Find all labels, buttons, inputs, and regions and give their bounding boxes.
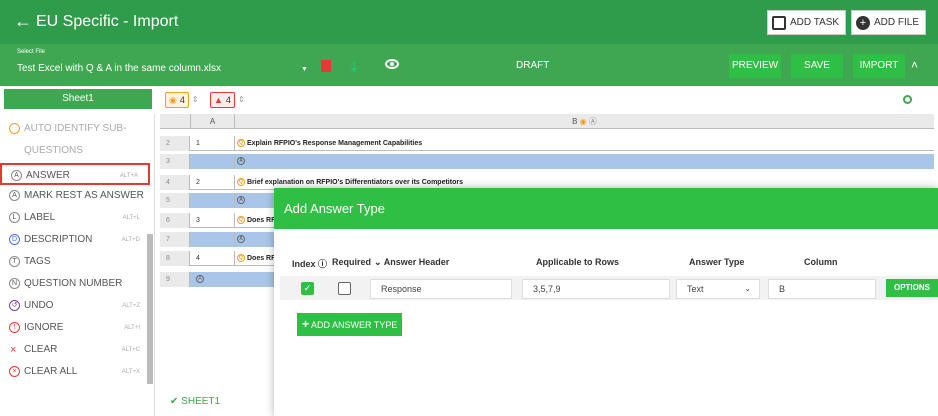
import-button[interactable]: IMPORT (853, 54, 905, 78)
answer-icon: A (237, 235, 245, 244)
answer-icon: A (9, 190, 20, 201)
download-icon[interactable]: ⤓ (351, 59, 357, 73)
question-icon: Q (237, 216, 245, 225)
sidebar-item-undo[interactable]: ↺ UNDO ALT+Z (0, 295, 150, 317)
number-icon: N (9, 278, 20, 289)
question-icon: ◉ (579, 117, 587, 126)
question-icon: Q (237, 139, 245, 148)
back-arrow-icon[interactable]: ← (14, 11, 32, 31)
index-header: Index ⓘ (292, 259, 328, 269)
sidebar-item-ignore[interactable]: ! IGNORE ALT+I (0, 317, 150, 339)
description-icon: D (9, 234, 20, 245)
spinner-icon[interactable]: ⇕ (192, 93, 199, 107)
add-answer-type-button[interactable]: + ADD ANSWER TYPE (297, 313, 403, 336)
add-answer-type-modal: Add Answer Type Index ⓘ Required ⌄ Answe… (274, 188, 938, 416)
answer-icon: Ⓐ (588, 117, 597, 126)
sidebar-item-auto-identify[interactable]: AUTO IDENTIFY SUB- (0, 118, 150, 140)
app-header: ← EU Specific - Import ADD TASK + ADD FI… (0, 0, 938, 44)
question-counter: ◉ 4 ⇕ (165, 92, 199, 108)
column-input[interactable]: B (768, 279, 876, 299)
warning-icon: ▲ (214, 95, 223, 105)
eye-icon[interactable] (385, 59, 399, 69)
page-title: EU Specific - Import (36, 13, 179, 30)
column-header-row: A B ◉ Ⓐ (160, 114, 934, 129)
preview-button[interactable]: PREVIEW (729, 54, 781, 78)
table-row[interactable]: 2 1 Q Explain RFPIO's Response Management… (160, 136, 934, 151)
sidebar-item-tags[interactable]: T TAGS (0, 251, 150, 273)
sidebar-item-description[interactable]: D DESCRIPTION ALT+D (0, 229, 150, 251)
clipboard-icon (772, 15, 786, 30)
add-task-button[interactable]: ADD TASK (767, 10, 847, 35)
question-icon: Q (237, 254, 245, 263)
undo-icon: ↺ (9, 300, 20, 311)
answer-header-input[interactable]: Response (370, 279, 512, 299)
answer-icon: A (237, 157, 245, 166)
table-row[interactable]: 3 A (160, 154, 934, 169)
file-select[interactable]: Test Excel with Q & A in the same column… (17, 63, 221, 74)
column-header-a[interactable]: A (190, 114, 235, 129)
index-checkbox[interactable]: ✓ (301, 282, 314, 295)
status-badge: DRAFT (516, 60, 550, 71)
tag-icon: T (9, 256, 20, 267)
select-file-label: Select File (17, 49, 46, 55)
applicable-rows-input[interactable]: 3,5,7,9 (522, 279, 670, 299)
save-button[interactable]: SAVE (791, 54, 843, 78)
auto-identify-icon (9, 123, 20, 134)
sidebar-scrollbar[interactable] (147, 234, 153, 384)
required-header: Required (332, 257, 372, 267)
options-button[interactable]: OPTIONS (886, 279, 938, 297)
answer-header-column[interactable]: ⌄ Answer Header (374, 257, 449, 268)
answer-type-select[interactable]: Text ⌄ (676, 279, 760, 299)
sidebar-item-questions[interactable]: QUESTIONS (0, 140, 150, 162)
plus-circle-icon: + (856, 15, 870, 30)
label-icon: L (9, 212, 20, 223)
chevron-down-icon[interactable]: ▼ (301, 66, 308, 73)
sidebar-item-question-number[interactable]: N QUESTION NUMBER (0, 273, 150, 295)
plus-icon: + (302, 317, 310, 331)
sheet-tab[interactable]: Sheet1 (4, 89, 152, 109)
question-icon: Q (237, 178, 245, 187)
sidebar-item-clear-all[interactable]: × CLEAR ALL ALT+X (0, 361, 150, 383)
required-checkbox[interactable] (338, 282, 351, 295)
ignore-icon: ! (9, 322, 20, 333)
answer-icon: A (196, 275, 204, 284)
search-icon[interactable] (903, 95, 912, 104)
answer-type-header: Answer Type (689, 257, 745, 267)
trash-icon[interactable] (321, 60, 331, 72)
spinner-icon[interactable]: ⇕ (238, 93, 245, 107)
chevron-down-icon: ⌄ (744, 284, 751, 293)
collapse-icon[interactable]: ˄ (911, 58, 918, 72)
answer-icon: A (237, 196, 245, 205)
applicable-rows-header: Applicable to Rows (536, 257, 620, 267)
sidebar-item-answer[interactable]: A ANSWER ALT+A (0, 163, 150, 185)
answer-icon: A (11, 170, 22, 181)
warning-counter: ▲ 4 ⇕ (210, 92, 245, 108)
sidebar-item-clear[interactable]: × CLEAR ALT+C (0, 339, 150, 361)
question-icon: ◉ (169, 95, 177, 105)
check-icon: ✔ (170, 396, 179, 407)
sidebar-item-label[interactable]: L LABEL ALT+L (0, 207, 150, 229)
modal-title: Add Answer Type (274, 188, 938, 229)
sheet-bottom-tab[interactable]: ✔ SHEET1 (170, 396, 220, 407)
sort-icon: ⌄ (374, 257, 382, 267)
sidebar: AUTO IDENTIFY SUB- QUESTIONS A ANSWER AL… (0, 114, 155, 416)
column-header-b[interactable]: B ◉ Ⓐ (235, 114, 934, 129)
table-row[interactable]: 9 A (160, 272, 274, 287)
add-file-button[interactable]: + ADD FILE (851, 10, 927, 35)
info-icon: ⓘ (318, 259, 328, 269)
sidebar-item-mark-rest[interactable]: A MARK REST AS ANSWER (0, 185, 150, 207)
x-icon: × (10, 344, 17, 356)
clear-all-icon: × (9, 366, 20, 377)
column-header: Column (804, 257, 838, 267)
